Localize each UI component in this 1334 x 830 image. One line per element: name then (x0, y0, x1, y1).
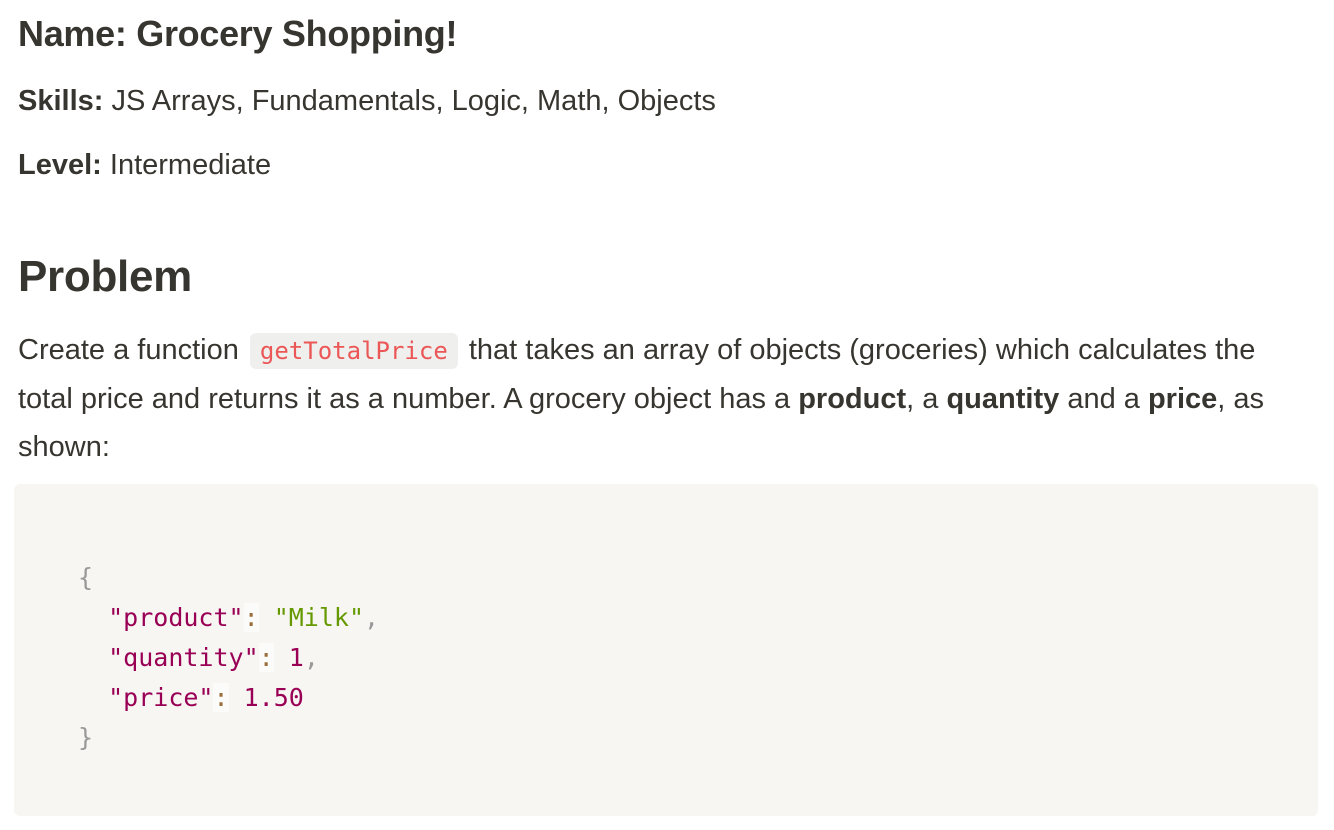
code-value-number: 1 (288, 643, 304, 672)
problem-heading: Problem (18, 252, 192, 301)
problem-text-part: , a (906, 383, 939, 415)
code-key: "price" (108, 683, 214, 712)
name-value: Grocery Shopping! (136, 13, 458, 54)
level-value: Intermediate (109, 149, 272, 181)
code-comma: , (303, 643, 319, 672)
bold-quantity: quantity (946, 383, 1060, 415)
inline-code-function-name: getTotalPrice (249, 333, 458, 369)
code-value-number: 1.50 (243, 683, 304, 712)
level-label: Level: (18, 149, 102, 181)
code-open-brace: { (78, 563, 94, 592)
code-content: { "product": "Milk", "quantity": 1, "pri… (78, 558, 379, 758)
name-heading: Name: Grocery Shopping! (18, 12, 457, 56)
level-line: Level: Intermediate (18, 147, 271, 183)
code-value-string: "Milk" (273, 603, 365, 632)
code-colon: : (243, 603, 259, 632)
name-label: Name: (18, 13, 127, 54)
bold-product: product (798, 383, 907, 415)
problem-text-part: Create a function (18, 334, 239, 366)
problem-description: Create a function getTotalPrice that tak… (18, 326, 1314, 471)
skills-value: JS Arrays, Fundamentals, Logic, Math, Ob… (111, 85, 716, 117)
code-block: { "product": "Milk", "quantity": 1, "pri… (14, 484, 1318, 816)
code-close-brace: } (78, 723, 94, 752)
bold-price: price (1147, 383, 1218, 415)
code-comma: , (364, 603, 380, 632)
problem-text-part: and a (1067, 383, 1140, 415)
skills-line: Skills: JS Arrays, Fundamentals, Logic, … (18, 83, 716, 119)
code-colon: : (213, 683, 229, 712)
code-key: "product" (108, 603, 244, 632)
code-colon: : (258, 643, 274, 672)
code-key: "quantity" (108, 643, 259, 672)
skills-label: Skills: (18, 85, 104, 117)
